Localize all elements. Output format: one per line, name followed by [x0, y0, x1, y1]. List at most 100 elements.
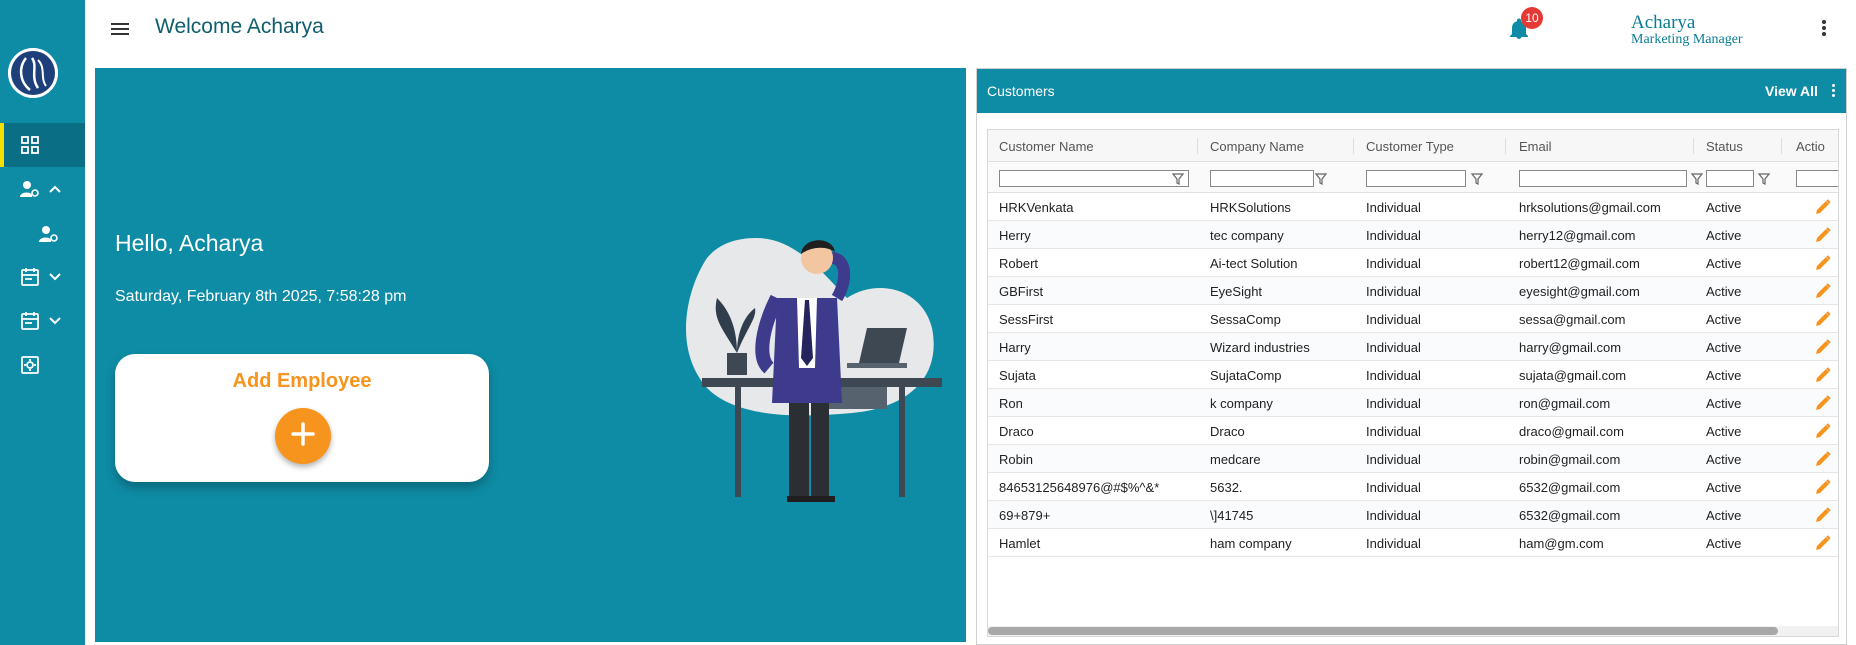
horizontal-scrollbar[interactable]	[988, 626, 1838, 636]
panel-options-icon[interactable]	[1830, 82, 1836, 100]
table-cell: draco@gmail.com	[1519, 424, 1624, 439]
table-row[interactable]: Robin medcare Individual robin@gmail.com Act…	[988, 445, 1838, 473]
edit-pencil-icon[interactable]	[1814, 366, 1832, 384]
table-cell: Individual	[1366, 284, 1421, 299]
scrollbar-thumb[interactable]	[988, 627, 1778, 635]
dashboard-icon	[19, 134, 41, 156]
table-body: HRKVenkata HRKSolutions Individual hrksolut…	[988, 193, 1838, 557]
table-row[interactable]: Herry tec company Individual herry12@gmail.…	[988, 221, 1838, 249]
table-cell: Individual	[1366, 536, 1421, 551]
table-cell: 69+879+	[999, 508, 1051, 523]
filter-customer-type-input[interactable]	[1366, 170, 1466, 187]
edit-pencil-icon[interactable]	[1814, 506, 1832, 524]
col-actions[interactable]: Actio	[1796, 139, 1825, 154]
table-row[interactable]: Harry Wizard industries Individual harry@gm…	[988, 333, 1838, 361]
edit-pencil-icon[interactable]	[1814, 282, 1832, 300]
table-row[interactable]: 69+879+ \]41745 Individual 6532@gmail.com Ac…	[988, 501, 1838, 529]
view-all-link[interactable]: View All	[1765, 83, 1818, 99]
customers-table: Customer Name Company Name Customer Type…	[987, 129, 1839, 637]
table-cell: Individual	[1366, 312, 1421, 327]
table-cell: EyeSight	[1210, 284, 1263, 299]
table-cell: Herry	[999, 228, 1031, 243]
filter-icon[interactable]	[1690, 172, 1704, 185]
table-row[interactable]: Draco Draco Individual draco@gmail.com Activ…	[988, 417, 1838, 445]
user-role: Marketing Manager	[1631, 32, 1743, 47]
table-cell: robert12@gmail.com	[1519, 256, 1640, 271]
table-row[interactable]: GBFirst EyeSight Individual eyesight@gmail.…	[988, 277, 1838, 305]
filter-icon[interactable]	[1757, 172, 1771, 185]
table-cell: Individual	[1366, 340, 1421, 355]
table-cell: herry12@gmail.com	[1519, 228, 1636, 243]
table-row[interactable]: Ron k company Individual ron@gmail.com Activ…	[988, 389, 1838, 417]
table-cell: Active	[1706, 312, 1742, 327]
col-company-name[interactable]: Company Name	[1210, 139, 1304, 154]
table-cell: harry@gmail.com	[1519, 340, 1622, 355]
col-customer-name[interactable]: Customer Name	[999, 139, 1094, 154]
add-employee-button[interactable]	[275, 408, 331, 464]
businessman-illustration	[677, 218, 947, 508]
table-cell: 6532@gmail.com	[1519, 508, 1621, 523]
settings-box-icon	[19, 354, 41, 376]
table-row[interactable]: SessFirst SessaComp Individual sessa@gmail.…	[988, 305, 1838, 333]
table-cell: Individual	[1366, 368, 1421, 383]
edit-pencil-icon[interactable]	[1814, 310, 1832, 328]
table-cell: eyesight@gmail.com	[1519, 284, 1640, 299]
sidebar-item-calendar-2[interactable]	[0, 299, 85, 343]
edit-pencil-icon[interactable]	[1814, 534, 1832, 552]
filter-customer-name-input[interactable]	[999, 170, 1189, 187]
calendar-icon	[19, 310, 41, 332]
edit-pencil-icon[interactable]	[1814, 338, 1832, 356]
welcome-title: Welcome Acharya	[155, 15, 324, 38]
table-row[interactable]: 84653125648976@#$%^&* 5632. Individual 6532…	[988, 473, 1838, 501]
edit-pencil-icon[interactable]	[1814, 226, 1832, 244]
filter-company-name-input[interactable]	[1210, 170, 1314, 187]
table-cell: k company	[1210, 396, 1273, 411]
table-cell: Individual	[1366, 424, 1421, 439]
table-cell: Active	[1706, 200, 1742, 215]
current-datetime: Saturday, February 8th 2025, 7:58:28 pm	[115, 288, 407, 305]
table-row[interactable]: Robert Ai-tect Solution Individual robert12…	[988, 249, 1838, 277]
user-settings-icon	[38, 223, 60, 245]
edit-pencil-icon[interactable]	[1814, 478, 1832, 496]
table-row[interactable]: Sujata SujataComp Individual sujata@gmail.c…	[988, 361, 1838, 389]
sidebar-item-settings[interactable]	[0, 343, 85, 387]
col-email[interactable]: Email	[1519, 139, 1552, 154]
table-cell: Active	[1706, 452, 1742, 467]
filter-status-input[interactable]	[1706, 170, 1754, 187]
table-cell: Harry	[999, 340, 1031, 355]
table-cell: HRKSolutions	[1210, 200, 1291, 215]
add-employee-card[interactable]: Add Employee	[115, 354, 489, 482]
filter-icon[interactable]	[1171, 172, 1185, 185]
more-options-icon[interactable]	[1820, 18, 1828, 40]
edit-pencil-icon[interactable]	[1814, 422, 1832, 440]
edit-pencil-icon[interactable]	[1814, 254, 1832, 272]
sidebar-item-user-management[interactable]	[0, 167, 85, 211]
sidebar-subitem-user-settings[interactable]	[0, 212, 85, 256]
filter-actions-input[interactable]	[1796, 170, 1838, 187]
sidebar-item-calendar-1[interactable]	[0, 255, 85, 299]
col-customer-type[interactable]: Customer Type	[1366, 139, 1454, 154]
filter-icon[interactable]	[1314, 172, 1328, 185]
table-cell: Active	[1706, 284, 1742, 299]
table-cell: HRKVenkata	[999, 200, 1074, 215]
table-cell: SessFirst	[999, 312, 1054, 327]
table-row[interactable]: Hamlet ham company Individual ham@gm.com Act…	[988, 529, 1838, 557]
filter-email-input[interactable]	[1519, 170, 1687, 187]
edit-pencil-icon[interactable]	[1814, 450, 1832, 468]
sidebar-item-dashboard[interactable]	[0, 123, 85, 167]
table-cell: sessa@gmail.com	[1519, 312, 1626, 327]
hamburger-menu-icon[interactable]	[109, 18, 131, 40]
edit-pencil-icon[interactable]	[1814, 394, 1832, 412]
table-cell: Individual	[1366, 228, 1421, 243]
table-row[interactable]: HRKVenkata HRKSolutions Individual hrksolut…	[988, 193, 1838, 221]
col-status[interactable]: Status	[1706, 139, 1743, 154]
company-logo	[8, 48, 58, 98]
table-cell: Active	[1706, 480, 1742, 495]
table-cell: robin@gmail.com	[1519, 452, 1621, 467]
edit-pencil-icon[interactable]	[1814, 198, 1832, 216]
table-cell: GBFirst	[999, 284, 1044, 299]
filter-icon[interactable]	[1470, 172, 1484, 185]
customers-title: Customers	[987, 83, 1055, 99]
table-cell: Draco	[999, 424, 1034, 439]
table-cell: ham company	[1210, 536, 1292, 551]
